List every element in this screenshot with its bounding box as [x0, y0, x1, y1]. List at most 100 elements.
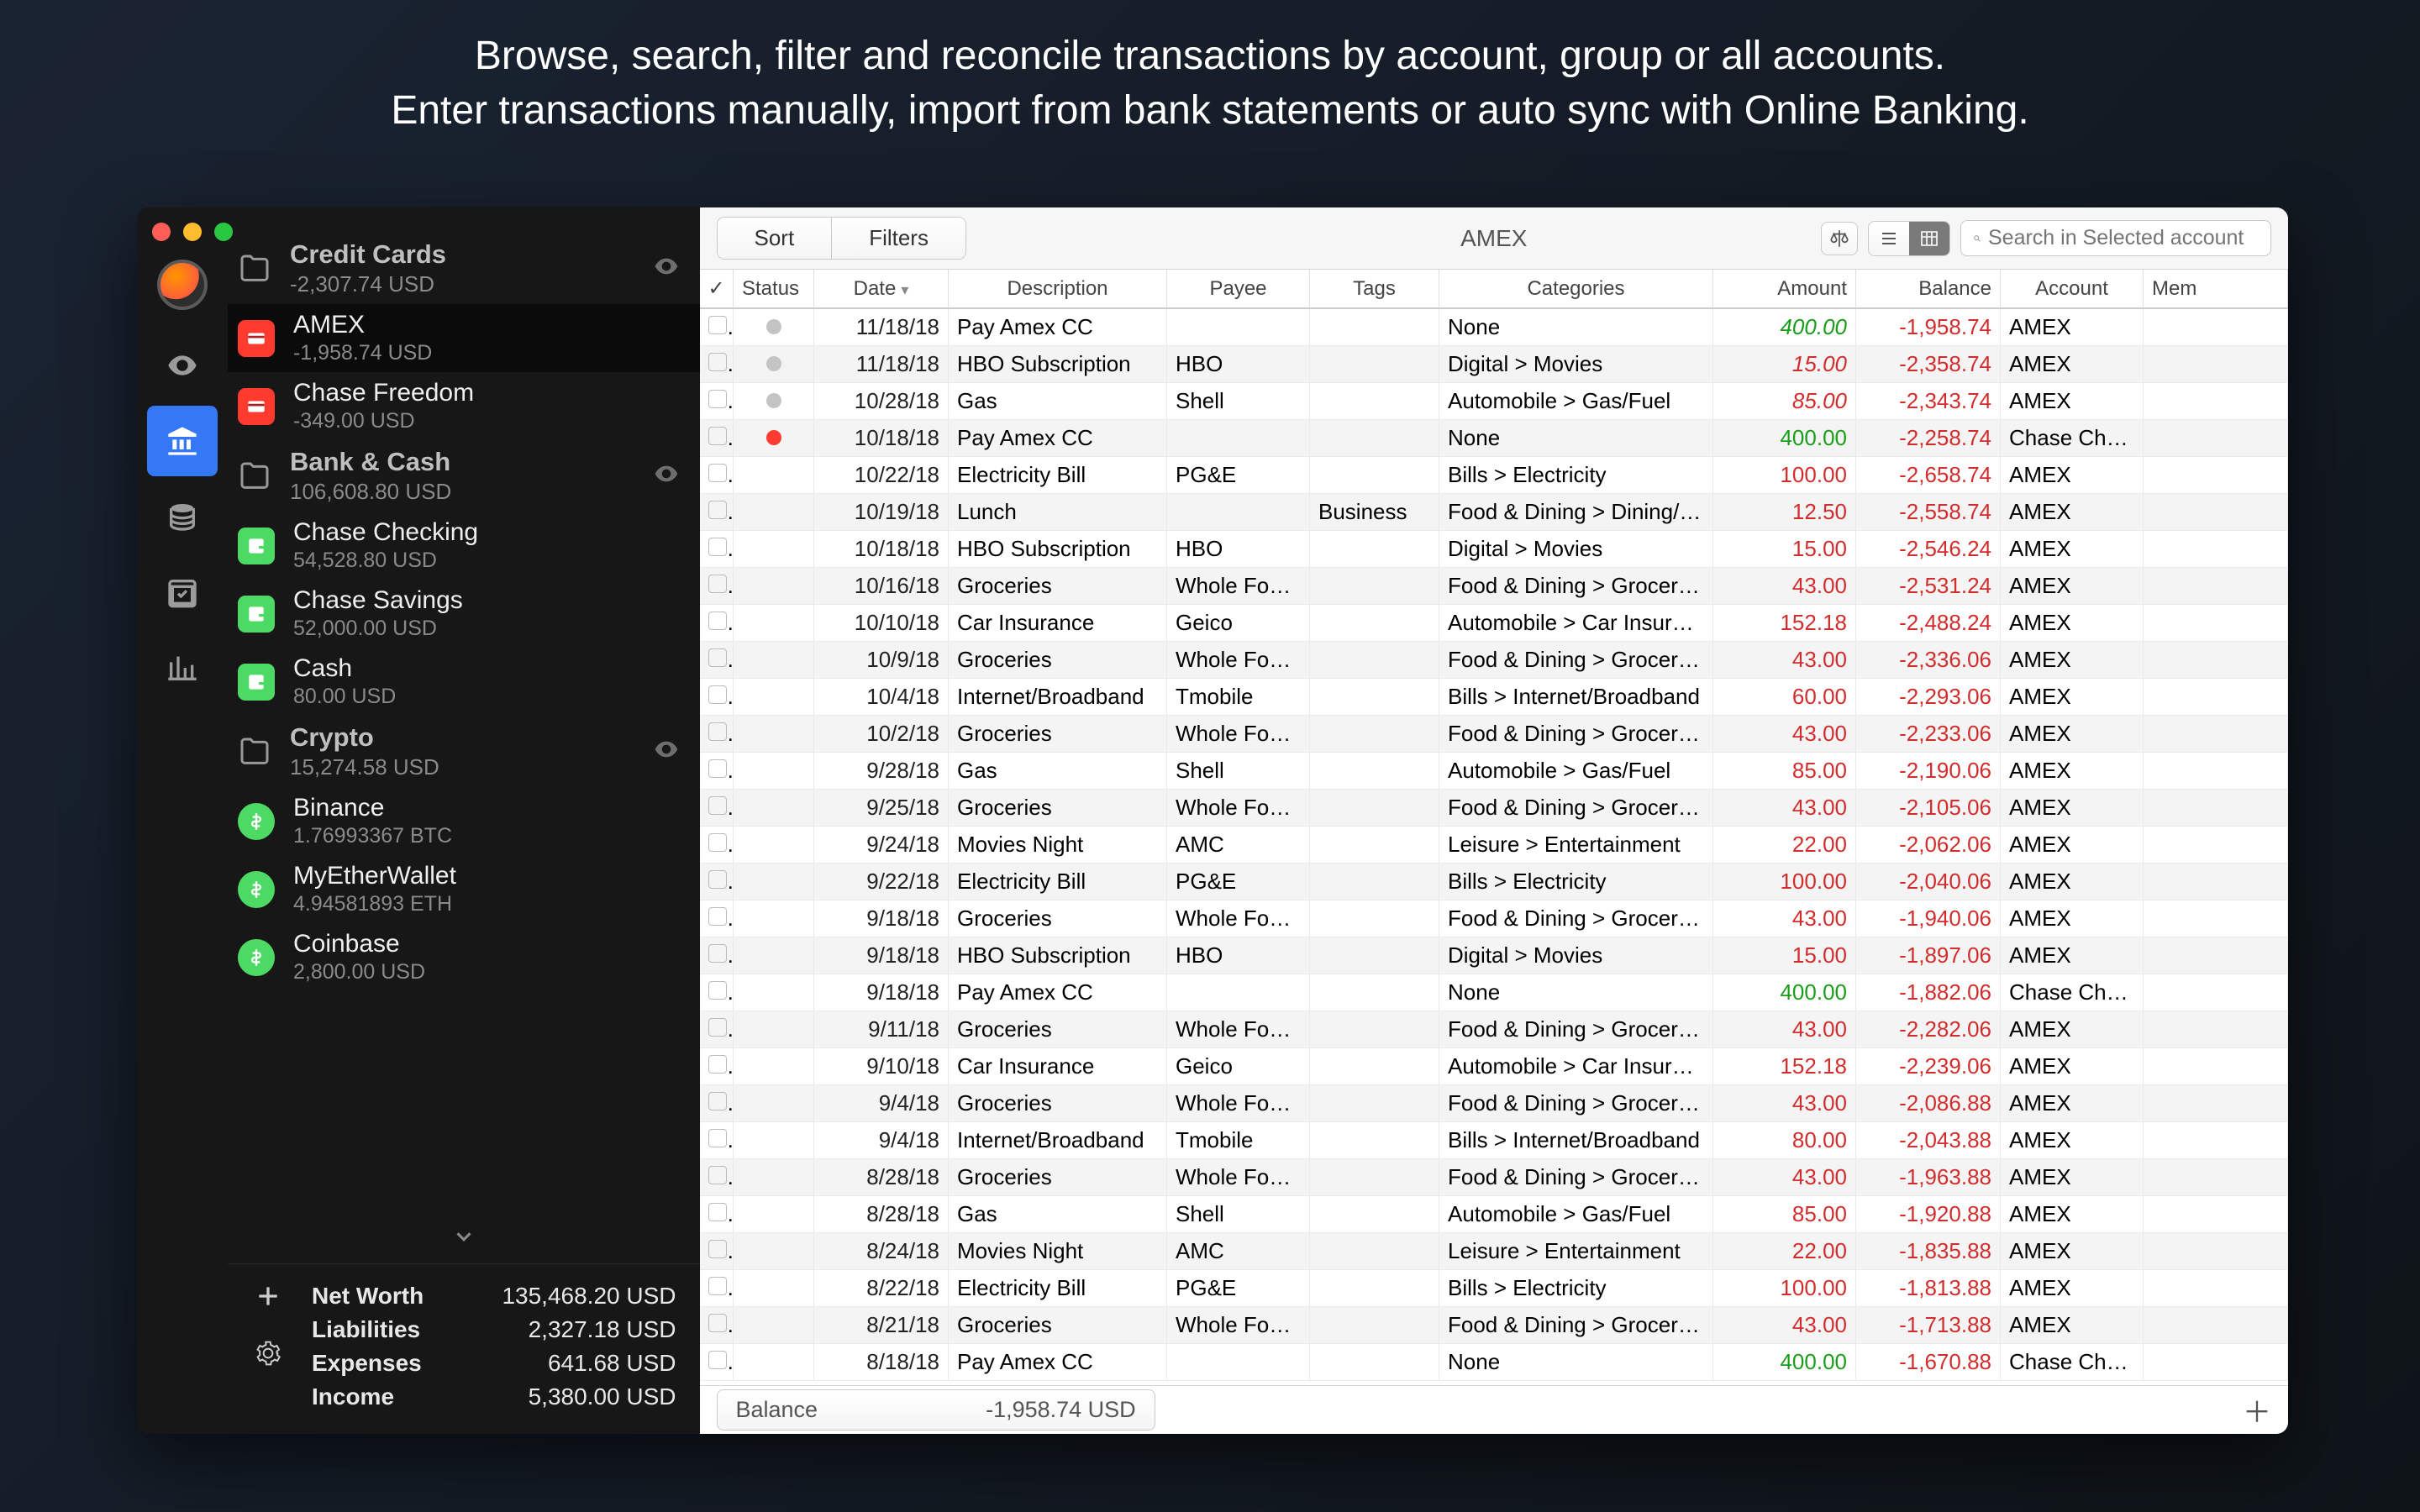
col-tags[interactable]: Tags [1310, 270, 1439, 308]
col-status[interactable]: Status [734, 270, 814, 308]
window-minimize-button[interactable] [183, 223, 202, 241]
col-check[interactable]: ✓ [700, 270, 734, 308]
transaction-row[interactable]: 8/21/18GroceriesWhole Foo…Food & Dining … [700, 1307, 2288, 1344]
transaction-row[interactable]: 9/25/18GroceriesWhole Foo…Food & Dining … [700, 790, 2288, 827]
col-date[interactable]: Date▾ [814, 270, 949, 308]
account-item[interactable]: Chase Checking54,528.80 USD [228, 512, 700, 580]
transaction-row[interactable]: 9/18/18Pay Amex CCNone400.00-1,882.06Cha… [700, 974, 2288, 1011]
row-checkbox[interactable] [708, 685, 727, 704]
row-checkbox[interactable] [708, 1092, 727, 1110]
row-checkbox[interactable] [708, 501, 727, 519]
col-payee[interactable]: Payee [1167, 270, 1310, 308]
transaction-row[interactable]: 8/28/18GasShellAutomobile > Gas/Fuel85.0… [700, 1196, 2288, 1233]
row-checkbox[interactable] [708, 464, 727, 482]
row-checkbox[interactable] [708, 648, 727, 667]
transaction-row[interactable]: 9/11/18GroceriesWhole Foo…Food & Dining … [700, 1011, 2288, 1048]
row-checkbox[interactable] [708, 759, 727, 778]
row-checkbox[interactable] [708, 1129, 727, 1147]
transaction-row[interactable]: 8/28/18GroceriesWhole Foo…Food & Dining … [700, 1159, 2288, 1196]
account-item[interactable]: Chase Freedom-349.00 USD [228, 372, 700, 440]
footer-balance-pill[interactable]: Balance -1,958.74 USD [717, 1389, 1155, 1431]
account-item[interactable]: AMEX-1,958.74 USD [228, 304, 700, 372]
row-checkbox[interactable] [708, 353, 727, 371]
transaction-row[interactable]: 9/4/18GroceriesWhole Foo…Food & Dining >… [700, 1085, 2288, 1122]
visibility-toggle[interactable] [653, 460, 680, 491]
account-item[interactable]: Coinbase2,800.00 USD [228, 923, 700, 991]
account-group[interactable]: Bank & Cash106,608.80 USD [228, 440, 700, 512]
row-checkbox[interactable] [708, 1277, 727, 1295]
search-input[interactable] [1988, 226, 2259, 250]
account-item[interactable]: Cash80.00 USD [228, 648, 700, 716]
col-memo[interactable]: Mem [2144, 270, 2288, 308]
table-view-button[interactable] [1909, 222, 1949, 255]
transaction-row[interactable]: 8/24/18Movies NightAMCLeisure > Entertai… [700, 1233, 2288, 1270]
transaction-row[interactable]: 8/22/18Electricity BillPG&EBills > Elect… [700, 1270, 2288, 1307]
row-checkbox[interactable] [708, 1055, 727, 1074]
row-checkbox[interactable] [708, 833, 727, 852]
transaction-row[interactable]: 10/9/18GroceriesWhole Foo…Food & Dining … [700, 642, 2288, 679]
row-checkbox[interactable] [708, 981, 727, 1000]
account-group[interactable]: Credit Cards-2,307.74 USD [228, 233, 700, 304]
transaction-row[interactable]: 9/4/18Internet/BroadbandTmobileBills > I… [700, 1122, 2288, 1159]
row-checkbox[interactable] [708, 1314, 727, 1332]
list-view-button[interactable] [1869, 222, 1909, 255]
transaction-row[interactable]: 9/18/18HBO SubscriptionHBODigital > Movi… [700, 937, 2288, 974]
transaction-row[interactable]: 10/10/18Car InsuranceGeicoAutomobile > C… [700, 605, 2288, 642]
transaction-row[interactable]: 10/16/18GroceriesWhole Foo…Food & Dining… [700, 568, 2288, 605]
gear-icon[interactable] [255, 1340, 281, 1367]
col-amount[interactable]: Amount [1713, 270, 1856, 308]
row-checkbox[interactable] [708, 1166, 727, 1184]
row-checkbox[interactable] [708, 427, 727, 445]
transaction-row[interactable]: 10/22/18Electricity BillPG&EBills > Elec… [700, 457, 2288, 494]
row-checkbox[interactable] [708, 390, 727, 408]
account-group[interactable]: Crypto15,274.58 USD [228, 716, 700, 787]
row-checkbox[interactable] [708, 796, 727, 815]
visibility-toggle[interactable] [653, 736, 680, 767]
row-checkbox[interactable] [708, 1240, 727, 1258]
col-categories[interactable]: Categories [1439, 270, 1713, 308]
account-item[interactable]: MyEtherWallet4.94581893 ETH [228, 855, 700, 923]
transaction-row[interactable]: 9/24/18Movies NightAMCLeisure > Entertai… [700, 827, 2288, 864]
transaction-row[interactable]: 11/18/18Pay Amex CCNone400.00-1,958.74AM… [700, 308, 2288, 346]
transaction-row[interactable]: 9/22/18Electricity BillPG&EBills > Elect… [700, 864, 2288, 900]
budgets-nav[interactable] [147, 481, 218, 552]
row-checkbox[interactable] [708, 1203, 727, 1221]
reports-nav[interactable] [147, 633, 218, 703]
row-checkbox[interactable] [708, 316, 727, 334]
search-box[interactable] [1960, 220, 2271, 256]
transaction-row[interactable]: 9/18/18GroceriesWhole Foo…Food & Dining … [700, 900, 2288, 937]
account-item[interactable]: Chase Savings52,000.00 USD [228, 580, 700, 648]
transaction-row[interactable]: 11/18/18HBO SubscriptionHBODigital > Mov… [700, 346, 2288, 383]
transaction-row[interactable]: 10/18/18Pay Amex CCNone400.00-2,258.74Ch… [700, 420, 2288, 457]
plus-icon[interactable] [255, 1283, 281, 1310]
sort-button[interactable]: Sort [718, 218, 833, 259]
row-checkbox[interactable] [708, 612, 727, 630]
transaction-row[interactable]: 8/18/18Pay Amex CCNone400.00-1,670.88Cha… [700, 1344, 2288, 1381]
calendar-nav[interactable] [147, 557, 218, 627]
col-description[interactable]: Description [949, 270, 1167, 308]
col-account[interactable]: Account [2001, 270, 2144, 308]
row-checkbox[interactable] [708, 575, 727, 593]
transaction-row[interactable]: 9/28/18GasShellAutomobile > Gas/Fuel85.0… [700, 753, 2288, 790]
transaction-row[interactable]: 10/18/18HBO SubscriptionHBODigital > Mov… [700, 531, 2288, 568]
row-checkbox[interactable] [708, 1351, 727, 1369]
transaction-row[interactable]: 10/19/18LunchBusinessFood & Dining > Din… [700, 494, 2288, 531]
window-maximize-button[interactable] [214, 223, 233, 241]
balance-toggle-button[interactable] [1821, 222, 1858, 255]
transaction-row[interactable]: 10/4/18Internet/BroadbandTmobileBills > … [700, 679, 2288, 716]
row-checkbox[interactable] [708, 538, 727, 556]
transaction-row[interactable]: 9/10/18Car InsuranceGeicoAutomobile > Ca… [700, 1048, 2288, 1085]
sidebar-collapse-button[interactable] [228, 1214, 700, 1263]
transaction-row[interactable]: 10/28/18GasShellAutomobile > Gas/Fuel85.… [700, 383, 2288, 420]
add-transaction-button[interactable]: ＋ [2243, 1389, 2271, 1431]
dashboard-nav[interactable] [147, 330, 218, 401]
visibility-toggle[interactable] [653, 253, 680, 284]
row-checkbox[interactable] [708, 944, 727, 963]
accounts-nav[interactable] [147, 406, 218, 476]
account-item[interactable]: Binance1.76993367 BTC [228, 787, 700, 855]
transaction-row[interactable]: 10/2/18GroceriesWhole Foo…Food & Dining … [700, 716, 2288, 753]
row-checkbox[interactable] [708, 722, 727, 741]
row-checkbox[interactable] [708, 870, 727, 889]
col-balance[interactable]: Balance [1856, 270, 2001, 308]
row-checkbox[interactable] [708, 907, 727, 926]
